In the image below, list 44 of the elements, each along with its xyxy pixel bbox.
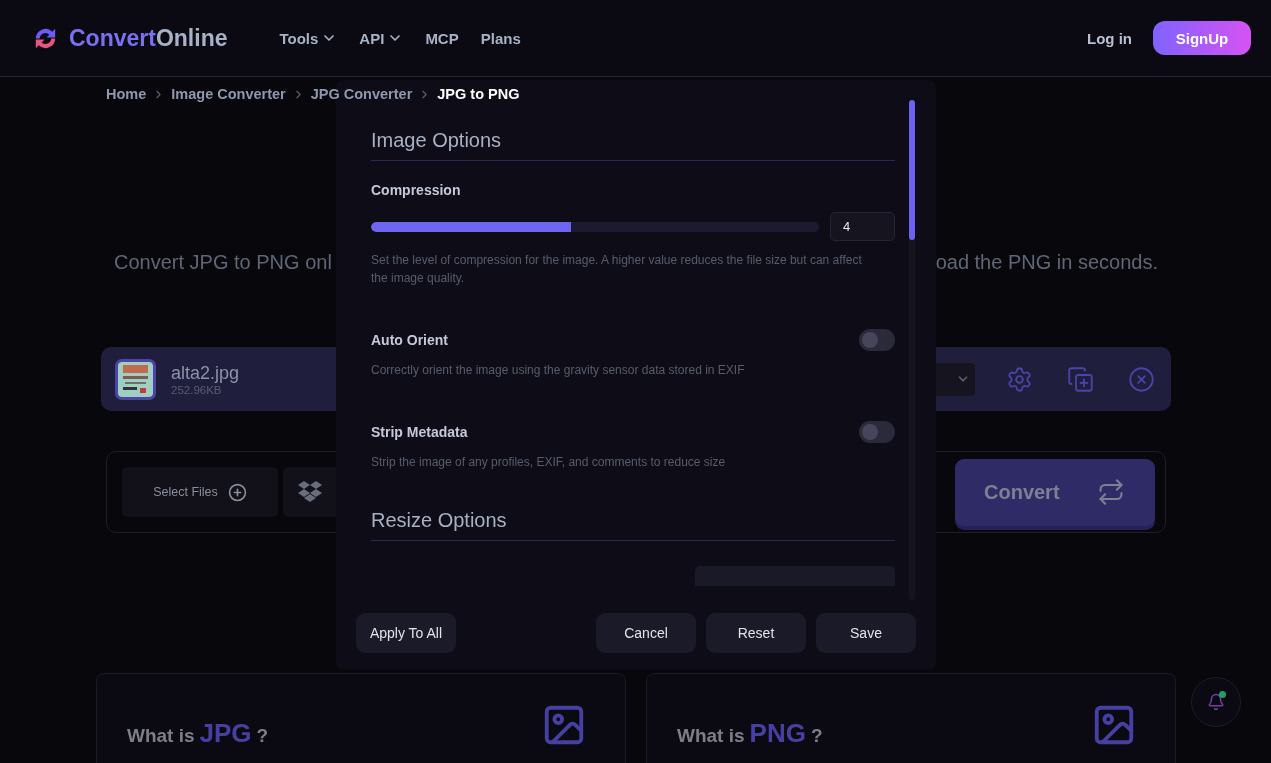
dialog-button[interactable]: Reset [706,613,806,653]
breadcrumb-link[interactable]: JPG to PNG [437,86,520,102]
hero-text: oad the PNG in seconds. [935,251,1158,274]
toggle-switch[interactable] [859,329,895,351]
dialog-button[interactable]: Cancel [596,613,696,653]
notification-button[interactable] [1191,677,1241,727]
breadcrumb-link[interactable]: Home [106,86,147,102]
option-description: Correctly orient the image using the gravity sensor data stored in EXIF [371,362,746,379]
section-title: Resize Options [371,509,895,541]
file-name: alta2.jpg [171,362,240,384]
option-description: Strip the image of any profiles, EXIF, and comments to reduce size [371,454,727,471]
nav-link[interactable]: API [359,29,404,47]
format-dropdown[interactable] [935,362,975,396]
section-title: Image Options [371,129,895,161]
settings-icon[interactable] [1006,365,1033,393]
repeat-icon [1097,478,1125,506]
compression-slider[interactable] [371,221,819,232]
duplicate-icon[interactable] [1067,365,1094,393]
option-label: Strip Metadata [371,424,468,440]
nav-link[interactable]: Tools [279,29,338,47]
value-field[interactable]: 4 [830,212,895,241]
hero-text: Convert JPG to PNG onl [114,251,332,274]
dropbox-icon [297,481,323,503]
nav-link[interactable]: MCP [425,29,459,47]
breadcrumb-link[interactable]: Image Converter [171,86,286,102]
file-size: 252.96KB [171,383,222,396]
card-title: What is PNG ? [677,718,823,749]
plus-icon [227,482,247,502]
dialog-button[interactable]: Apply To All [356,613,456,653]
logo-text[interactable]: ConvertOnline [69,24,228,52]
toggle-switch[interactable] [859,421,895,443]
close-icon[interactable] [1128,365,1155,393]
option-label: Auto Orient [371,332,448,348]
nav-link[interactable]: Plans [480,29,521,47]
select-files-button[interactable]: Select Files [122,467,278,517]
scrollbar[interactable] [909,100,915,600]
dialog-button[interactable]: Save [816,613,916,653]
option-description: Set the level of compression for the image. A higher value reduces the file size but can affect the image quality. [371,252,863,287]
signup-button[interactable]: SignUp [1153,21,1251,55]
card-title: What is JPG ? [127,718,269,749]
bell-icon [1207,693,1225,711]
breadcrumb-link[interactable]: JPG Converter [310,86,413,102]
option-label: Compression [371,182,461,198]
login-link[interactable]: Log in [1087,29,1132,47]
